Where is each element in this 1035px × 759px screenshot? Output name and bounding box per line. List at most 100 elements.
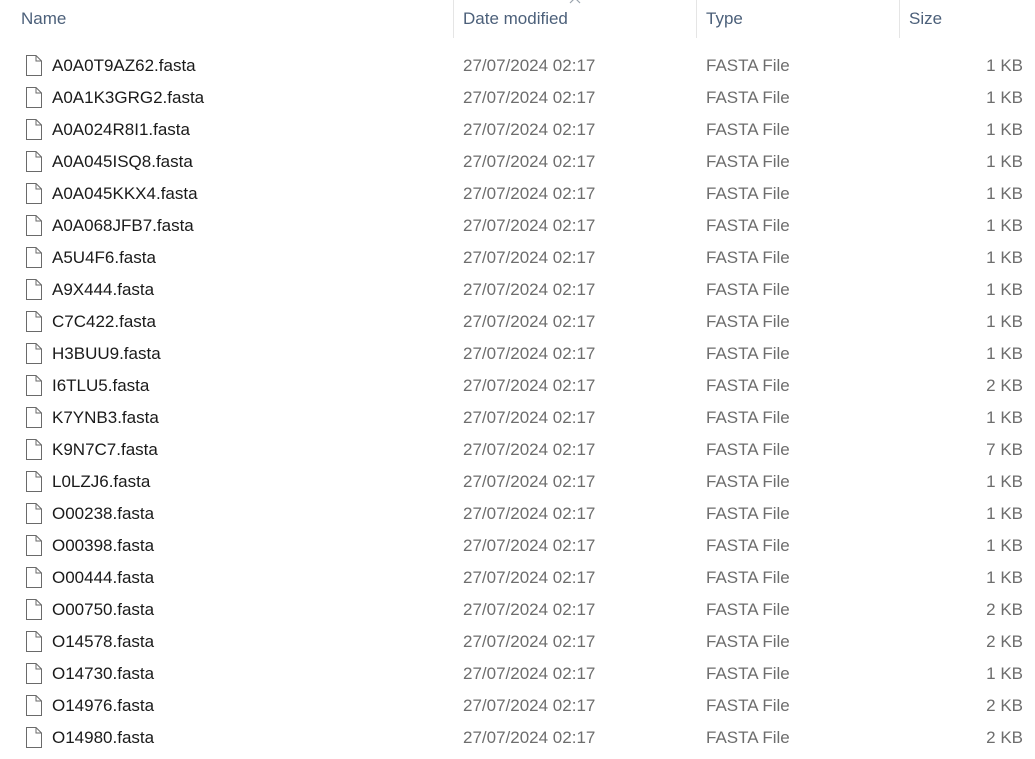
column-divider[interactable] (696, 0, 697, 38)
file-name: A0A024R8I1.fasta (52, 120, 190, 139)
file-size: 1 KB (986, 216, 1023, 235)
file-size: 2 KB (986, 728, 1023, 747)
file-row[interactable]: A0A1K3GRG2.fasta 27/07/2024 02:17 FASTA Fi… (0, 82, 1035, 114)
file-date-modified: 27/07/2024 02:17 (463, 472, 596, 491)
document-icon (25, 439, 42, 460)
file-row[interactable]: O00444.fasta 27/07/2024 02:17 FASTA File 1 … (0, 562, 1035, 594)
file-row[interactable]: O14730.fasta 27/07/2024 02:17 FASTA File 1 … (0, 658, 1035, 690)
document-icon (25, 311, 42, 332)
file-row[interactable]: A0A0T9AZ62.fasta 27/07/2024 02:17 FASTA Fi… (0, 50, 1035, 82)
file-name: K7YNB3.fasta (52, 408, 159, 427)
document-icon (25, 215, 42, 236)
file-type: FASTA File (706, 216, 790, 235)
document-icon (25, 247, 42, 268)
document-icon (25, 119, 42, 140)
file-name: O14976.fasta (52, 696, 155, 715)
file-name: A0A045ISQ8.fasta (52, 152, 193, 171)
file-size: 1 KB (986, 280, 1023, 299)
file-row[interactable]: K9N7C7.fasta 27/07/2024 02:17 FASTA File 7 … (0, 434, 1035, 466)
file-type: FASTA File (706, 408, 790, 427)
document-icon (25, 343, 42, 364)
column-header-type[interactable]: Type (706, 0, 743, 38)
file-size: 7 KB (986, 440, 1023, 459)
column-header-date-modified[interactable]: Date modified (463, 0, 568, 38)
file-row[interactable]: O14976.fasta 27/07/2024 02:17 FASTA File 2 … (0, 690, 1035, 722)
file-type: FASTA File (706, 440, 790, 459)
file-row[interactable]: A5U4F6.fasta 27/07/2024 02:17 FASTA File 1 … (0, 242, 1035, 274)
file-size: 1 KB (986, 664, 1023, 683)
file-date-modified: 27/07/2024 02:17 (463, 504, 596, 523)
file-name: I6TLU5.fasta (52, 376, 150, 395)
column-divider[interactable] (899, 0, 900, 38)
file-row[interactable]: L0LZJ6.fasta 27/07/2024 02:17 FASTA File 1 … (0, 466, 1035, 498)
file-size: 1 KB (986, 504, 1023, 523)
file-size: 1 KB (986, 344, 1023, 363)
file-size: 1 KB (986, 56, 1023, 75)
document-icon (25, 567, 42, 588)
file-size: 1 KB (986, 536, 1023, 555)
file-size: 2 KB (986, 376, 1023, 395)
file-row[interactable]: A9X444.fasta 27/07/2024 02:17 FASTA File 1 … (0, 274, 1035, 306)
file-date-modified: 27/07/2024 02:17 (463, 376, 596, 395)
file-name: O14578.fasta (52, 632, 155, 651)
file-size: 1 KB (986, 312, 1023, 331)
file-size: 1 KB (986, 184, 1023, 203)
file-type: FASTA File (706, 152, 790, 171)
file-row[interactable]: A0A024R8I1.fasta 27/07/2024 02:17 FASTA Fi… (0, 114, 1035, 146)
file-name: L0LZJ6.fasta (52, 472, 151, 491)
file-name: O00398.fasta (52, 536, 155, 555)
column-header-size[interactable]: Size (909, 0, 942, 38)
file-size: 1 KB (986, 120, 1023, 139)
file-row[interactable]: C7C422.fasta 27/07/2024 02:17 FASTA File 1 … (0, 306, 1035, 338)
file-name: K9N7C7.fasta (52, 440, 158, 459)
file-type: FASTA File (706, 312, 790, 331)
file-row[interactable]: O00750.fasta 27/07/2024 02:17 FASTA File 2 … (0, 594, 1035, 626)
file-date-modified: 27/07/2024 02:17 (463, 216, 596, 235)
file-row[interactable]: O14980.fasta 27/07/2024 02:17 FASTA File 2 … (0, 722, 1035, 754)
file-type: FASTA File (706, 184, 790, 203)
file-date-modified: 27/07/2024 02:17 (463, 728, 596, 747)
column-header-name[interactable]: Name (21, 0, 66, 38)
file-type: FASTA File (706, 280, 790, 299)
file-name: C7C422.fasta (52, 312, 156, 331)
file-name: O14730.fasta (52, 664, 155, 683)
file-row[interactable]: A0A045KKX4.fasta 27/07/2024 02:17 FASTA Fi… (0, 178, 1035, 210)
file-date-modified: 27/07/2024 02:17 (463, 88, 596, 107)
file-type: FASTA File (706, 472, 790, 491)
file-row[interactable]: O00398.fasta 27/07/2024 02:17 FASTA File 1 … (0, 530, 1035, 562)
file-row[interactable]: A0A068JFB7.fasta 27/07/2024 02:17 FASTA Fi… (0, 210, 1035, 242)
document-icon (25, 663, 42, 684)
file-size: 2 KB (986, 632, 1023, 651)
file-row[interactable]: O14578.fasta 27/07/2024 02:17 FASTA File 2 … (0, 626, 1035, 658)
file-row[interactable]: H3BUU9.fasta 27/07/2024 02:17 FASTA File 1 … (0, 338, 1035, 370)
column-divider[interactable] (453, 0, 454, 38)
file-size: 1 KB (986, 408, 1023, 427)
document-icon (25, 503, 42, 524)
file-date-modified: 27/07/2024 02:17 (463, 600, 596, 619)
file-list: A0A0T9AZ62.fasta 27/07/2024 02:17 FASTA Fi… (0, 50, 1035, 754)
file-date-modified: 27/07/2024 02:17 (463, 184, 596, 203)
document-icon (25, 375, 42, 396)
file-type: FASTA File (706, 376, 790, 395)
file-date-modified: 27/07/2024 02:17 (463, 696, 596, 715)
file-date-modified: 27/07/2024 02:17 (463, 312, 596, 331)
file-type: FASTA File (706, 248, 790, 267)
file-row[interactable]: K7YNB3.fasta 27/07/2024 02:17 FASTA File 1 … (0, 402, 1035, 434)
file-date-modified: 27/07/2024 02:17 (463, 56, 596, 75)
file-row[interactable]: O00238.fasta 27/07/2024 02:17 FASTA File 1 … (0, 498, 1035, 530)
file-name: O14980.fasta (52, 728, 155, 747)
document-icon (25, 151, 42, 172)
file-name: H3BUU9.fasta (52, 344, 161, 363)
column-header-bar: Name Date modified Type Size (0, 0, 1035, 38)
file-row[interactable]: I6TLU5.fasta 27/07/2024 02:17 FASTA File 2 … (0, 370, 1035, 402)
file-name: A9X444.fasta (52, 280, 155, 299)
file-row[interactable]: A0A045ISQ8.fasta 27/07/2024 02:17 FASTA Fi… (0, 146, 1035, 178)
file-date-modified: 27/07/2024 02:17 (463, 664, 596, 683)
document-icon (25, 535, 42, 556)
file-type: FASTA File (706, 728, 790, 747)
file-date-modified: 27/07/2024 02:17 (463, 344, 596, 363)
file-type: FASTA File (706, 696, 790, 715)
document-icon (25, 407, 42, 428)
file-name: A5U4F6.fasta (52, 248, 156, 267)
file-type: FASTA File (706, 568, 790, 587)
